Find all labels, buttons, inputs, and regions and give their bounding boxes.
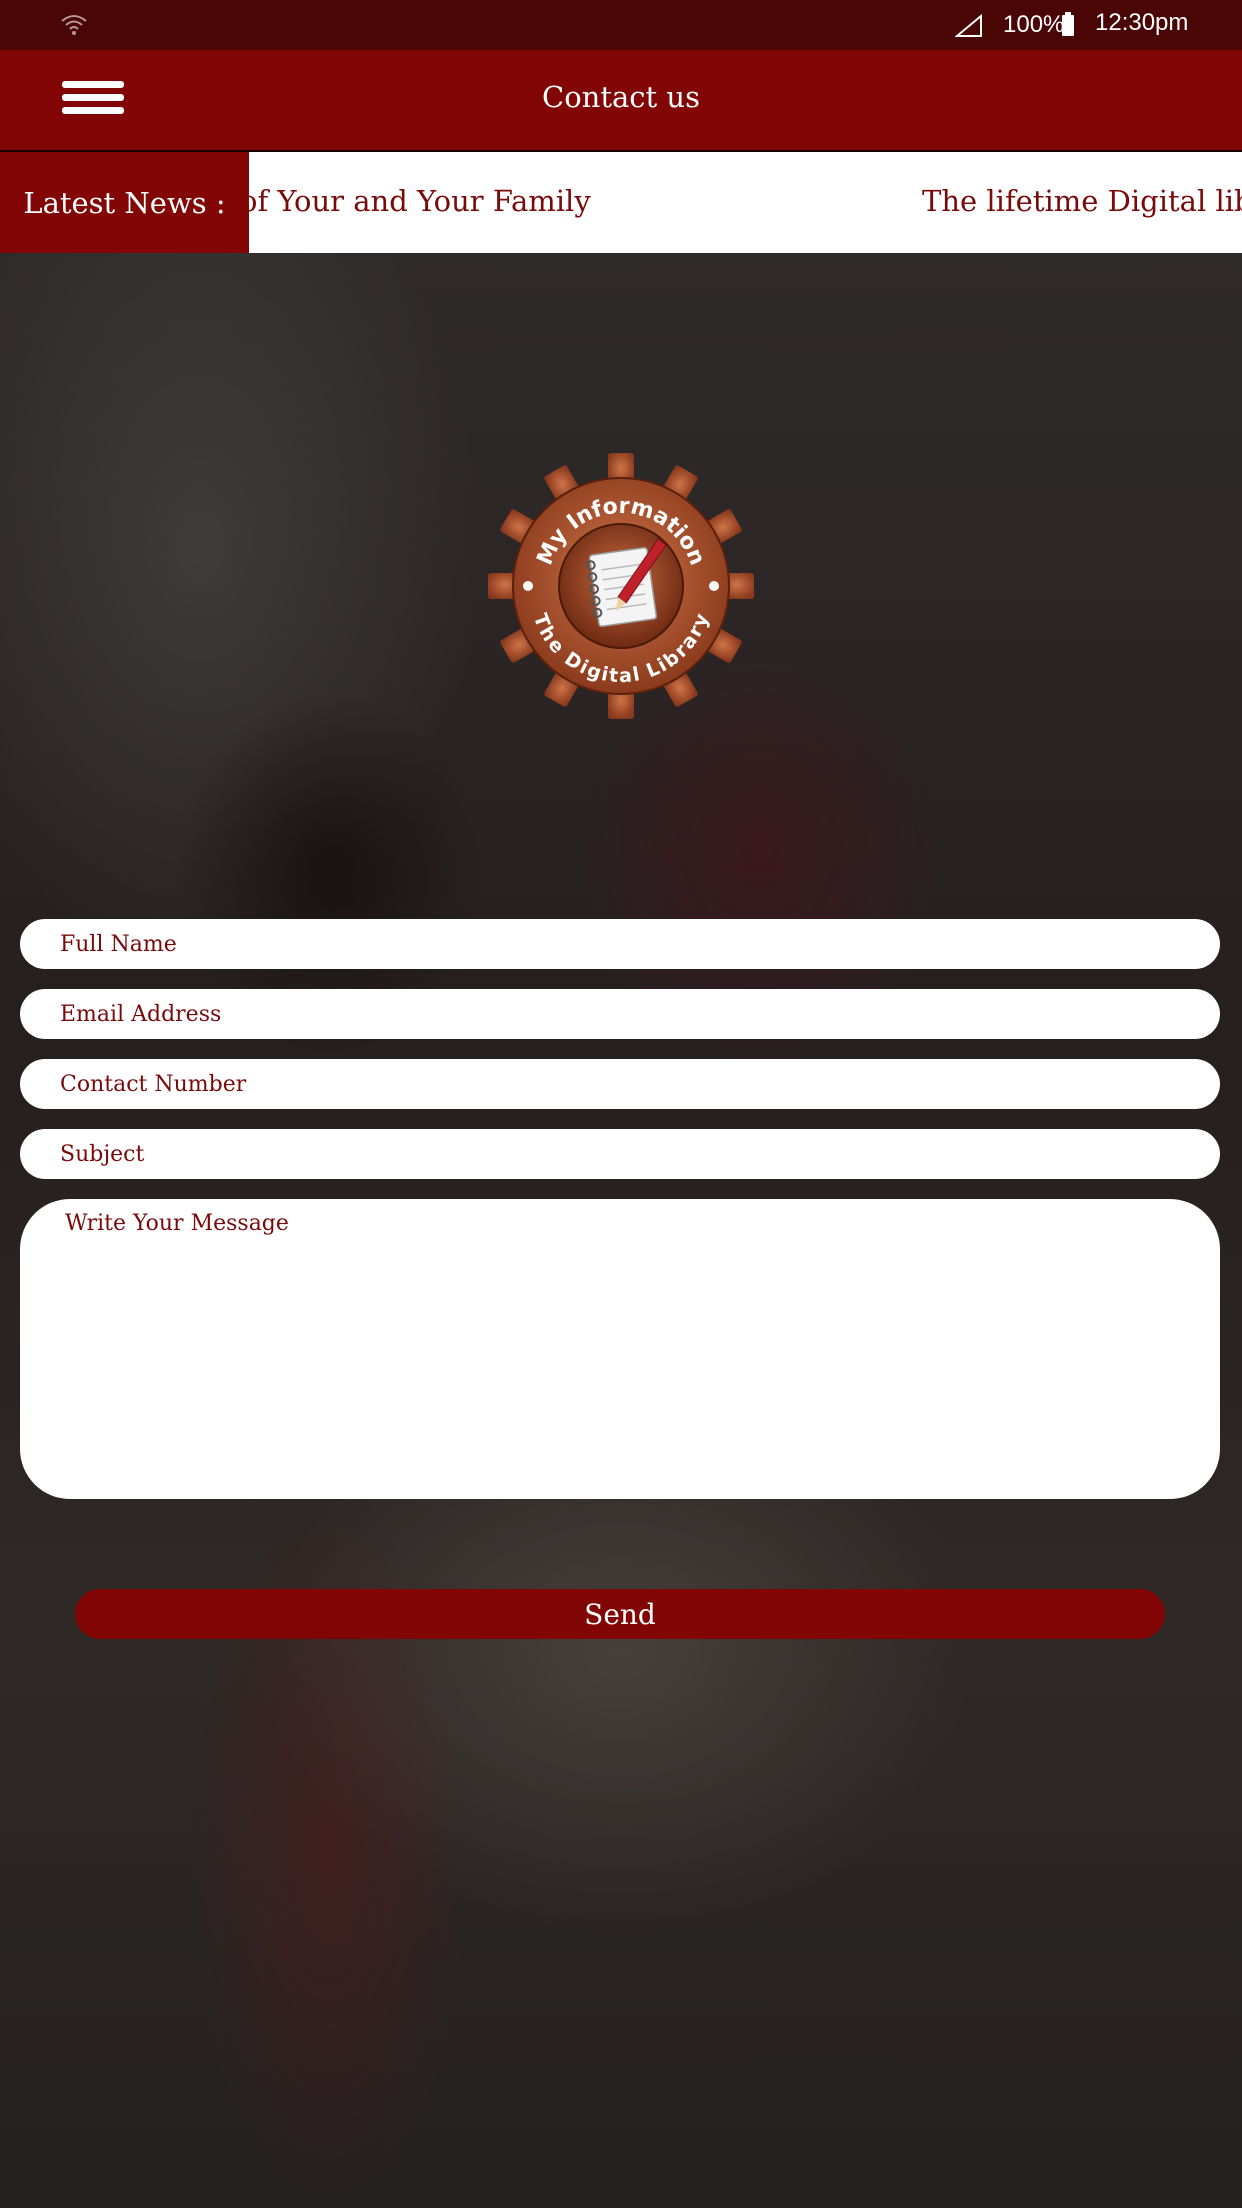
battery-percentage: 100% [1003, 11, 1065, 38]
contact-number-input[interactable] [20, 1059, 1220, 1109]
clock: 12:30pm [1095, 9, 1189, 36]
full-name-input[interactable] [20, 919, 1220, 969]
app-logo: My Information The Digital Library [488, 453, 754, 719]
send-button[interactable]: Send [75, 1589, 1165, 1639]
page-title: Contact us [542, 80, 700, 114]
message-textarea[interactable] [20, 1199, 1220, 1499]
latest-news-label: Latest News : [0, 152, 249, 253]
news-item[interactable]: The lifetime Digital librar [922, 184, 1242, 218]
battery-icon [1062, 12, 1074, 36]
email-field[interactable] [20, 989, 1220, 1039]
app-bar: Contact us [0, 50, 1242, 152]
subject-input[interactable] [20, 1129, 1220, 1179]
status-bar: 100% 12:30pm [0, 0, 1242, 50]
signal-icon [955, 14, 982, 37]
wifi-icon [61, 15, 87, 35]
news-item[interactable]: of Your and Your Family [240, 184, 591, 218]
news-ticker: of Your and Your Family The lifetime Dig… [0, 152, 1242, 253]
